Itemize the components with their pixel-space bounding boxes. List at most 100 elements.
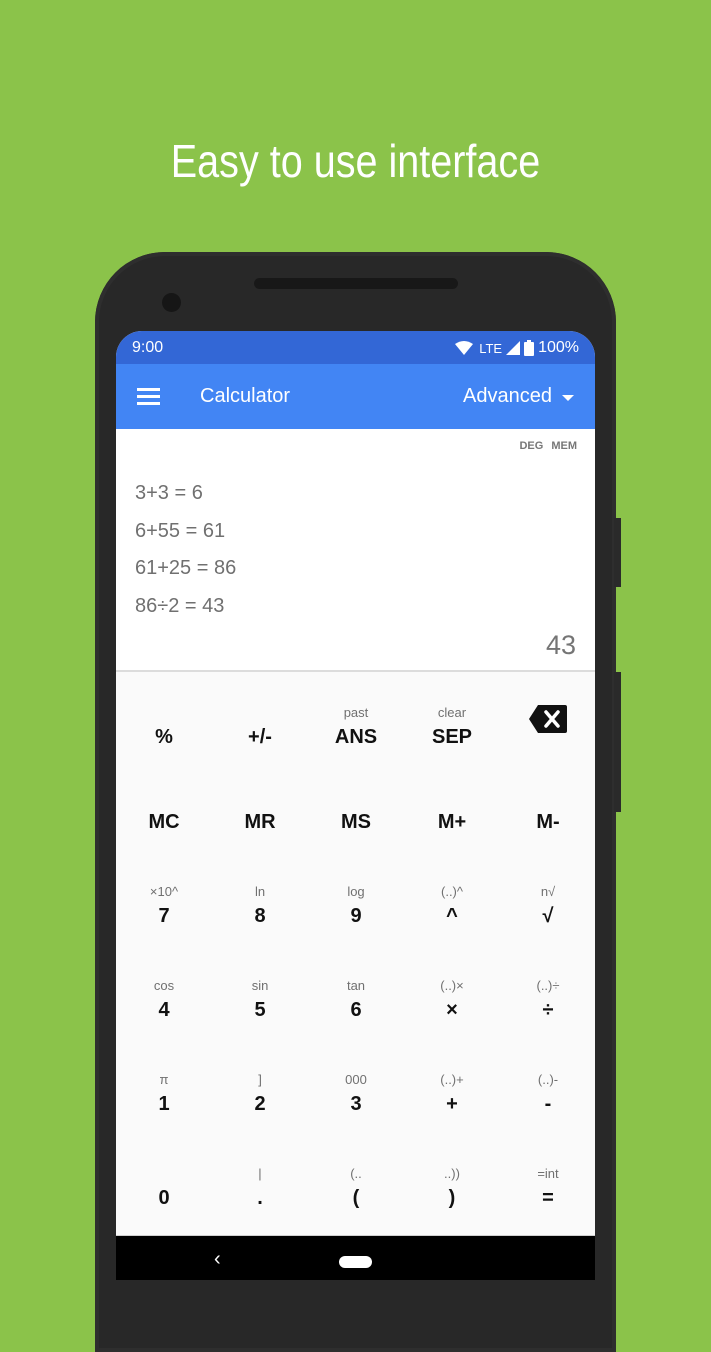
key-close-paren[interactable]: ..)))	[404, 1133, 500, 1213]
promo-headline: Easy to use interface	[170, 135, 541, 187]
key-primary-label: 5	[254, 999, 266, 1021]
key-primary-label: 1	[158, 1093, 170, 1115]
key-secondary-label: (..)^	[441, 884, 463, 899]
key-secondary-label: ]	[258, 1072, 262, 1087]
menu-icon[interactable]	[137, 388, 160, 405]
key-secondary-label: (..	[350, 1166, 362, 1181]
key-4[interactable]: cos 4	[116, 945, 212, 1025]
key-secondary-label: clear	[437, 705, 467, 720]
key-secondary-label: ln	[254, 884, 266, 899]
key-secondary-label: (..)-	[537, 1072, 559, 1087]
key-sep[interactable]: clear SEP	[404, 672, 500, 752]
key-7[interactable]: ×10^ 7	[116, 851, 212, 931]
key-3[interactable]: 000 3	[308, 1039, 404, 1119]
mode-flags: DEG MEM	[519, 440, 577, 452]
key-power[interactable]: (..)^ ^	[404, 851, 500, 931]
flag-mem: MEM	[551, 440, 577, 452]
key-5[interactable]: sin 5	[212, 945, 308, 1025]
history-item[interactable]: 86÷2 = 43	[135, 592, 236, 630]
navigation-bar: ‹	[116, 1235, 595, 1280]
power-button	[614, 518, 621, 587]
key-primary-label: .	[257, 1187, 263, 1209]
home-button[interactable]	[339, 1256, 372, 1268]
wifi-icon	[455, 341, 474, 355]
volume-button	[614, 672, 621, 812]
flag-deg: DEG	[519, 440, 544, 452]
app-title: Calculator	[200, 385, 291, 407]
history-item[interactable]: 61+25 = 86	[135, 554, 236, 592]
key-secondary-label: (..)×	[440, 978, 464, 993]
key-primary-label: ANS	[334, 726, 378, 748]
key-primary-label: MR	[244, 811, 276, 833]
history-item[interactable]: 3+3 = 6	[135, 479, 236, 517]
key-mr[interactable]: MR	[212, 757, 308, 837]
key-ans[interactable]: past ANS	[308, 672, 404, 752]
history-item[interactable]: 6+55 = 61	[135, 517, 236, 555]
key-negate[interactable]: +/-	[212, 672, 308, 752]
key-secondary-label: π	[159, 1072, 169, 1087]
key-equals[interactable]: =int =	[500, 1133, 595, 1213]
key-9[interactable]: log 9	[308, 851, 404, 931]
signal-icon	[506, 341, 521, 355]
key-ms[interactable]: MS	[308, 757, 404, 837]
key-secondary-label: =int	[537, 1166, 559, 1181]
key-2[interactable]: ] 2	[212, 1039, 308, 1119]
key-primary-label: SEP	[431, 726, 473, 748]
key-secondary-label: ×10^	[149, 884, 179, 899]
phone-speaker	[254, 278, 458, 289]
key-primary-label: 7	[158, 905, 170, 927]
key-secondary-label: (..)+	[440, 1072, 464, 1087]
key-decimal[interactable]: |.	[212, 1133, 308, 1213]
battery-level: 100%	[538, 339, 579, 356]
key-primary-label: ^	[446, 905, 458, 927]
key-6[interactable]: tan 6	[308, 945, 404, 1025]
back-icon[interactable]: ‹	[214, 1248, 221, 1271]
key-divide[interactable]: (..)÷ ÷	[500, 945, 595, 1025]
status-icons: LTE 100%	[455, 339, 579, 357]
app-bar: Calculator Advanced	[116, 364, 595, 429]
key-multiply[interactable]: (..)× ×	[404, 945, 500, 1025]
mode-dropdown[interactable]: Advanced	[463, 385, 574, 408]
key-secondary-label: sin	[251, 978, 269, 993]
calculator-display: DEG MEM 3+3 = 6 6+55 = 61 61+25 = 86 86÷…	[116, 429, 595, 672]
key-primary-label: MC	[148, 811, 180, 833]
key-secondary-label: 000	[345, 1072, 367, 1087]
key-percent[interactable]: %	[116, 672, 212, 752]
key-secondary-label: ..))	[444, 1166, 460, 1181]
key-primary-label: )	[448, 1187, 456, 1209]
key-primary-label: M+	[437, 811, 467, 833]
key-minus[interactable]: (..)- -	[500, 1039, 595, 1119]
key-mc[interactable]: MC	[116, 757, 212, 837]
key-primary-label: +/-	[248, 726, 272, 748]
key-primary-label: √	[542, 905, 554, 927]
key-m-minus[interactable]: M-	[500, 757, 595, 837]
keypad: % +/- past ANS clear SEP MC MR MS M+ M- ×10^ 7 ln 8 log…	[116, 672, 595, 1235]
key-primary-label: 8	[254, 905, 266, 927]
key-8[interactable]: ln 8	[212, 851, 308, 931]
key-plus[interactable]: (..)+ +	[404, 1039, 500, 1119]
key-sqrt[interactable]: n√ √	[500, 851, 595, 931]
key-1[interactable]: π1	[116, 1039, 212, 1119]
key-primary-label: M-	[536, 811, 560, 833]
key-primary-label: 2	[254, 1093, 266, 1115]
key-primary-label: -	[544, 1093, 552, 1115]
key-0[interactable]: 0	[116, 1133, 212, 1213]
backspace-icon	[529, 705, 567, 738]
key-primary-label: %	[155, 726, 173, 748]
key-primary-label: ×	[446, 999, 458, 1021]
key-secondary-label: log	[347, 884, 365, 899]
battery-icon	[524, 340, 535, 356]
key-secondary-label: tan	[346, 978, 366, 993]
key-primary-label: =	[542, 1187, 554, 1209]
key-secondary-label: n√	[540, 884, 556, 899]
network-type: LTE	[479, 340, 503, 356]
phone-screen: 9:00 LTE 100% Calculator Advanced DEG ME…	[116, 331, 595, 1280]
key-m-plus[interactable]: M+	[404, 757, 500, 837]
mode-label: Advanced	[463, 385, 552, 407]
status-bar: 9:00 LTE 100%	[116, 331, 595, 364]
key-open-paren[interactable]: (.. (	[308, 1133, 404, 1213]
key-primary-label: MS	[341, 811, 371, 833]
key-backspace[interactable]	[500, 672, 595, 752]
status-time: 9:00	[132, 339, 164, 356]
dropdown-caret-icon	[562, 394, 574, 401]
